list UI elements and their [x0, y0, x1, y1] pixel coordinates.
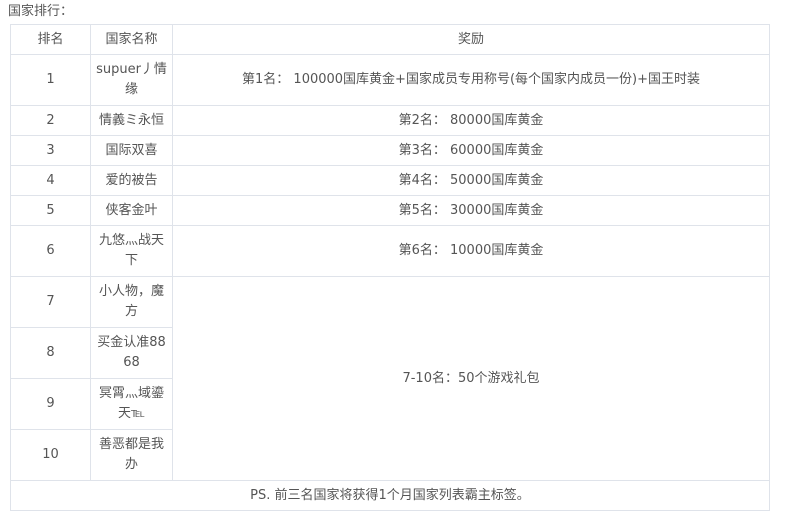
header-reward: 奖励: [172, 24, 770, 55]
reward-cell: 第1名： 100000国库黄金+国家成员专用称号(每个国家内成员一份)+国王时装: [172, 54, 770, 106]
country-name-cell: 侠客金叶: [90, 195, 173, 226]
header-rank: 排名: [10, 24, 91, 55]
rank-cell: 5: [10, 195, 91, 226]
rank-cell: 7: [10, 276, 91, 328]
table-row: 5 侠客金叶 第5名： 30000国库黄金: [10, 195, 770, 226]
table-row: 2 情義ミ永恒 第2名： 80000国库黄金: [10, 105, 770, 136]
ranking-table: 排名 国家名称 奖励 1 supuer丿情缘 第1名： 100000国库黄金+国…: [10, 24, 770, 511]
reward-cell: 第6名： 10000国库黄金: [172, 225, 770, 277]
page-heading: 国家排行：: [8, 4, 74, 19]
rank-cell: 10: [10, 429, 91, 481]
rank-cell: 1: [10, 54, 91, 106]
rank-cell: 8: [10, 327, 91, 379]
reward-cell: 第5名： 30000国库黄金: [172, 195, 770, 226]
rank-cell: 6: [10, 225, 91, 277]
country-name-cell: 善恶都是我办: [90, 429, 173, 481]
rank-cell: 9: [10, 378, 91, 430]
reward-cell: 第3名： 60000国库黄金: [172, 135, 770, 166]
table-header-row: 排名 国家名称 奖励: [10, 24, 770, 55]
table-row: 7 小人物，魔方 7-10名：50个游戏礼包: [10, 276, 770, 481]
country-name-cell: 买金认准8868: [90, 327, 173, 379]
table-row: 3 国际双喜 第3名： 60000国库黄金: [10, 135, 770, 166]
rank-cell: 2: [10, 105, 91, 136]
country-name-cell: 九悠灬战天下: [90, 225, 173, 277]
country-name-cell: 爱的被告: [90, 165, 173, 196]
country-name-cell: 小人物，魔方: [90, 276, 173, 328]
rank-cell: 3: [10, 135, 91, 166]
group-reward-cell: 7-10名：50个游戏礼包: [172, 276, 770, 481]
table-row: 6 九悠灬战天下 第6名： 10000国库黄金: [10, 225, 770, 277]
reward-cell: 第4名： 50000国库黄金: [172, 165, 770, 196]
table-footer-row: PS. 前三名国家将获得1个月国家列表霸主标签。: [10, 480, 770, 511]
country-name-cell: supuer丿情缘: [90, 54, 173, 106]
table-row: 4 爱的被告 第4名： 50000国库黄金: [10, 165, 770, 196]
reward-cell: 第2名： 80000国库黄金: [172, 105, 770, 136]
header-name: 国家名称: [90, 24, 173, 55]
table-row: 1 supuer丿情缘 第1名： 100000国库黄金+国家成员专用称号(每个国…: [10, 54, 770, 106]
footer-note: PS. 前三名国家将获得1个月国家列表霸主标签。: [10, 480, 770, 511]
country-name-cell: 冥霄灬域鎏天℡: [90, 378, 173, 430]
country-name-cell: 情義ミ永恒: [90, 105, 173, 136]
rank-cell: 4: [10, 165, 91, 196]
country-name-cell: 国际双喜: [90, 135, 173, 166]
